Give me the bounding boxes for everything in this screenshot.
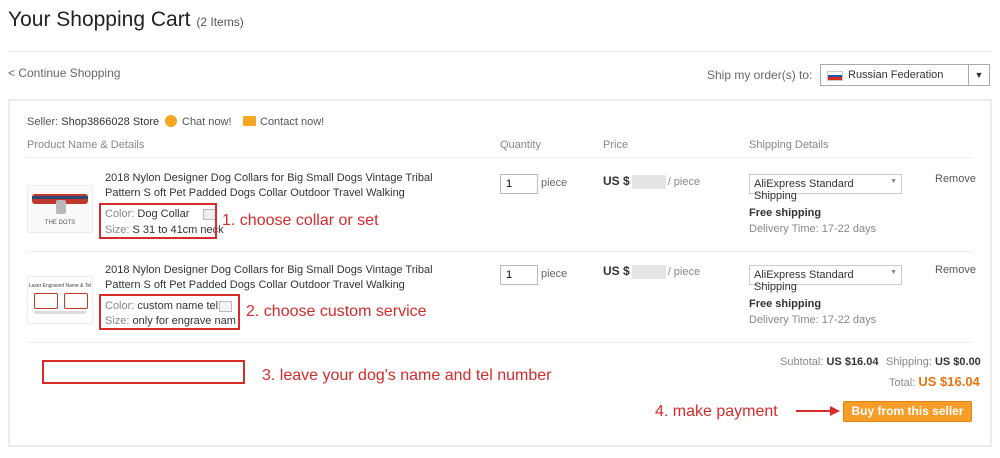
subtotal-value: US $16.04 — [826, 356, 879, 368]
chat-icon[interactable] — [165, 115, 177, 127]
chat-now-link[interactable]: Chat now! — [182, 116, 232, 128]
column-header-quantity: Quantity — [500, 139, 541, 151]
russia-flag-icon — [827, 71, 843, 81]
quantity-unit: piece — [541, 268, 568, 280]
arrow-head-icon — [830, 406, 840, 416]
annotation-step-4: 4. make payment — [655, 403, 778, 420]
row-separator — [27, 251, 972, 252]
seller-label: Seller: — [27, 116, 59, 128]
product-title-link[interactable]: 2018 Nylon Designer Dog Collars for Big … — [105, 171, 455, 201]
column-header-shipping: Shipping Details — [749, 139, 829, 151]
subtotal: Subtotal: US $16.04 — [780, 356, 878, 368]
price-prefix: US $ — [603, 264, 630, 278]
price-suffix: / piece — [667, 266, 701, 278]
price-redacted — [631, 174, 666, 189]
price-suffix: / piece — [667, 176, 701, 188]
page-title: Your Shopping Cart (2 Items) — [8, 8, 244, 32]
price-redacted — [631, 264, 666, 279]
product-image[interactable]: THE DOTS — [27, 185, 93, 233]
unit-price: US $ / piece — [603, 174, 700, 189]
product-image-caption: THE DOTS — [44, 220, 76, 226]
seller-message-box[interactable] — [42, 360, 245, 384]
page-title-text: Your Shopping Cart — [8, 8, 191, 31]
contact-now-link[interactable]: Contact now! — [260, 116, 324, 128]
delivery-time: Delivery Time: 17-22 days — [749, 314, 877, 326]
shipping-value: US $0.00 — [934, 356, 981, 368]
quantity-input[interactable] — [500, 174, 538, 194]
shipping-label: Shipping: — [886, 356, 932, 368]
shipping-total: Shipping: US $0.00 — [886, 356, 981, 368]
total-label: Total: — [889, 377, 916, 389]
seller-info: Seller: Shop3866028 Store — [27, 116, 159, 128]
column-header-product: Product Name & Details — [27, 139, 145, 151]
chevron-down-icon: ▼ — [890, 178, 897, 185]
shipping-cost: Free shipping — [749, 298, 822, 310]
price-prefix: US $ — [603, 174, 630, 188]
product-image[interactable]: Laser Engraved Name & Tel — [27, 276, 93, 324]
remove-item-button[interactable]: Remove — [935, 173, 976, 185]
column-header-price: Price — [603, 139, 629, 151]
item-count: (2 Items) — [196, 15, 244, 29]
chevron-down-icon: ▼ — [890, 269, 897, 276]
header-separator — [27, 157, 972, 158]
total-value: US $16.04 — [918, 374, 980, 389]
seller-name[interactable]: Shop3866028 Store — [61, 116, 159, 128]
product-image-caption: Laser Engraved Name & Tel — [28, 283, 92, 289]
unit-price: US $ / piece — [603, 264, 700, 279]
annotation-box-2 — [99, 294, 240, 330]
quantity-input[interactable] — [500, 265, 538, 285]
shipping-cost: Free shipping — [749, 207, 822, 219]
annotation-box-1 — [99, 203, 217, 239]
delivery-time: Delivery Time: 17-22 days — [749, 223, 877, 235]
subtotal-label: Subtotal: — [780, 356, 824, 368]
buy-from-seller-button[interactable]: Buy from this seller — [843, 401, 972, 422]
annotation-arrow-icon — [796, 410, 834, 412]
row-separator — [27, 342, 972, 343]
country-select[interactable]: Russian Federation ▼ — [820, 64, 990, 86]
order-total: Total: US $16.04 — [889, 374, 980, 389]
shipping-method-select[interactable]: AliExpress Standard Shipping ▼ — [749, 265, 902, 293]
mail-icon[interactable] — [243, 116, 256, 126]
quantity-unit: piece — [541, 177, 568, 189]
ship-to-label: Ship my order(s) to: — [707, 68, 813, 82]
continue-shopping-link[interactable]: < Continue Shopping — [8, 66, 120, 80]
country-value: Russian Federation — [848, 69, 944, 81]
chevron-down-icon[interactable]: ▼ — [968, 65, 989, 85]
annotation-step-3: 3. leave your dog's name and tel number — [262, 367, 552, 384]
shipping-method-select[interactable]: AliExpress Standard Shipping ▼ — [749, 174, 902, 202]
remove-item-button[interactable]: Remove — [935, 264, 976, 276]
annotation-step-1: 1. choose collar or set — [222, 212, 379, 229]
product-title-link[interactable]: 2018 Nylon Designer Dog Collars for Big … — [105, 263, 455, 293]
header-divider — [8, 51, 992, 52]
annotation-step-2: 2. choose custom service — [246, 303, 427, 320]
